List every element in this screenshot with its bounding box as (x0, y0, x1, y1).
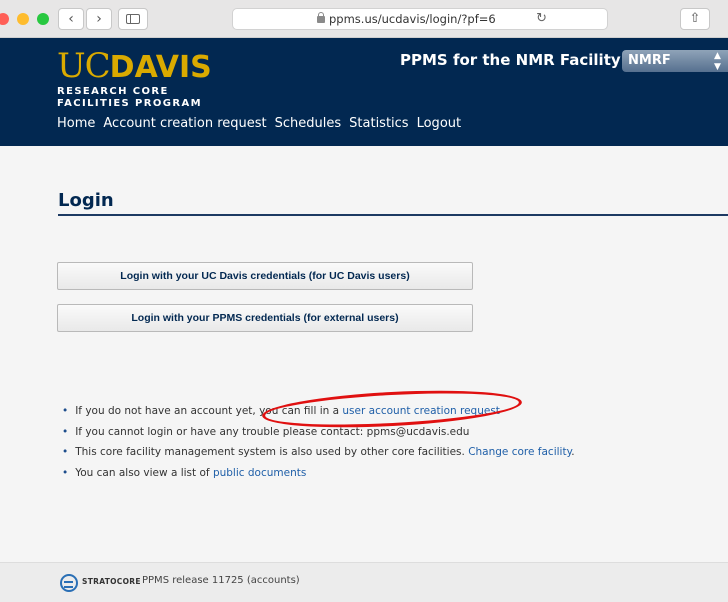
footer-release: PPMS release 11725 (accounts) (142, 575, 300, 586)
nav-logout[interactable]: Logout (417, 116, 462, 131)
list-item: If you do not have an account yet, you c… (62, 401, 575, 422)
facility-select[interactable]: NMRF ▲ ▼ (622, 50, 728, 72)
sidebar-icon (126, 14, 140, 24)
list-item: This core facility management system is … (62, 442, 574, 463)
reload-icon[interactable]: ↻ (536, 9, 547, 29)
minimize-window-icon[interactable] (17, 13, 29, 25)
logo-line-1: RESEARCH CORE (57, 86, 169, 97)
ppms-login-button[interactable]: Login with your PPMS credentials (for ex… (57, 304, 473, 332)
back-button[interactable]: ‹ (58, 8, 84, 30)
share-icon: ⇧ (689, 11, 701, 26)
logo-line-2: FACILITIES PROGRAM (57, 98, 202, 109)
page-title: Login (58, 190, 114, 211)
logo-davis: DAVIS (109, 50, 212, 85)
header-title: PPMS for the NMR Facility - (400, 51, 633, 69)
site-header: UCDAVIS RESEARCH CORE FACILITIES PROGRAM… (0, 38, 728, 146)
share-button[interactable]: ⇧ (680, 8, 710, 30)
select-arrows-icon: ▲ ▼ (714, 51, 721, 72)
account-request-link[interactable]: user account creation request (342, 405, 500, 417)
close-window-icon[interactable] (0, 13, 9, 25)
nav-account-creation-request[interactable]: Account creation request (103, 116, 266, 131)
footer-brand: STRATOCORE (82, 577, 141, 586)
nav-home[interactable]: Home (57, 116, 95, 131)
list-item: If you cannot login or have any trouble … (62, 422, 575, 443)
ucdavis-logo[interactable]: UCDAVIS RESEARCH CORE FACILITIES PROGRAM (57, 46, 212, 110)
lock-icon (317, 12, 325, 23)
footer: STRATOCORE PPMS release 11725 (accounts) (0, 562, 728, 602)
public-documents-link[interactable]: public documents (213, 467, 306, 479)
stratocore-logo-icon (60, 574, 78, 592)
change-core-facility-link[interactable]: Change core facility (468, 446, 571, 458)
nav-schedules[interactable]: Schedules (275, 116, 342, 131)
facility-selected-value: NMRF (628, 53, 671, 68)
chevron-left-icon: ‹ (68, 11, 74, 27)
chevron-right-icon: › (96, 11, 102, 27)
title-divider (58, 214, 728, 216)
sidebar-toggle-button[interactable] (118, 8, 148, 30)
zoom-window-icon[interactable] (37, 13, 49, 25)
address-bar[interactable]: ppms.us/ucdavis/login/?pf=6 ↻ (232, 8, 608, 30)
ucdavis-login-button[interactable]: Login with your UC Davis credentials (fo… (57, 262, 473, 290)
nav-statistics[interactable]: Statistics (349, 116, 408, 131)
browser-toolbar: ‹ › ppms.us/ucdavis/login/?pf=6 ↻ ⇧ (0, 0, 728, 38)
forward-button[interactable]: › (86, 8, 112, 30)
info-list: If you do not have an account yet, you c… (62, 401, 575, 484)
main-nav: Home Account creation request Schedules … (57, 116, 461, 131)
list-item: You can also view a list of public docum… (62, 463, 575, 484)
address-url: ppms.us/ucdavis/login/?pf=6 (329, 12, 496, 26)
logo-uc: UC (57, 46, 111, 86)
